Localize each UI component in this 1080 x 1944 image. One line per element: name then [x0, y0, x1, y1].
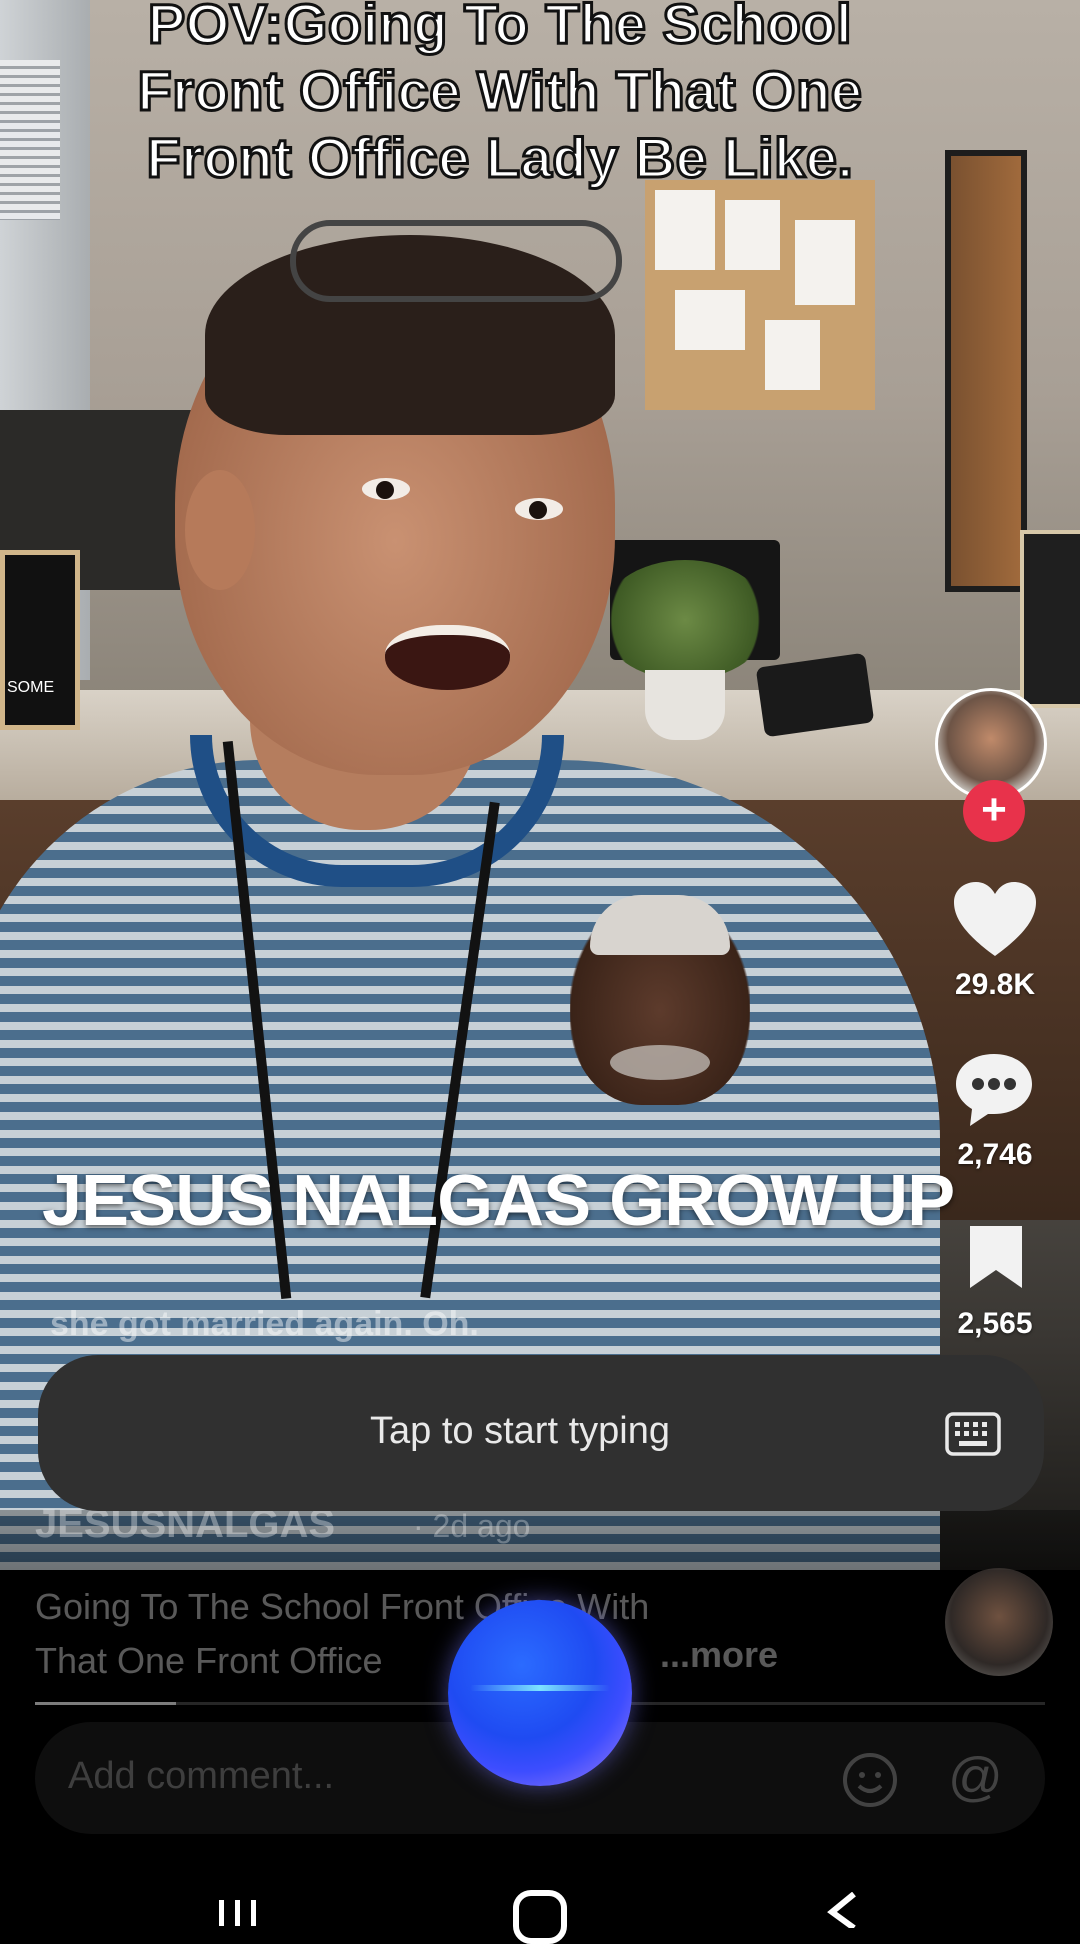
save-count: 2,565 [957, 1307, 1033, 1340]
bookmark-icon[interactable] [966, 1222, 1026, 1292]
letter-board-sign [1020, 530, 1080, 708]
glasses [290, 220, 622, 302]
person-eye-right [515, 498, 563, 520]
person-ear [185, 470, 255, 590]
office-door [945, 150, 1027, 592]
comment-bubble-icon[interactable] [952, 1050, 1036, 1130]
caption-line: Front Office With That One [136, 58, 863, 124]
video-subtitle: she got married again. Oh. [50, 1305, 479, 1343]
duet-face-sticker [570, 895, 750, 1105]
person-mouth [385, 625, 510, 690]
video-progress-fill [35, 1702, 177, 1705]
voice-assistant-orb[interactable] [448, 1600, 632, 1786]
emoji-icon[interactable] [840, 1750, 900, 1810]
person-eye-left [362, 478, 410, 500]
recents-icon[interactable] [213, 1896, 263, 1926]
comment-count: 2,746 [957, 1138, 1033, 1171]
post-time: · 2d ago [413, 1508, 531, 1544]
corkboard [645, 180, 875, 410]
video-player[interactable]: SOME POV:Going To The School Front Offic… [0, 0, 1080, 1570]
more-link[interactable]: ...more [660, 1634, 778, 1676]
left-letter-board: SOME [0, 550, 80, 730]
left-sign-text: SOME [7, 679, 55, 696]
home-icon[interactable] [513, 1890, 567, 1944]
like-count: 29.8K [954, 968, 1036, 1001]
voice-wave-icon [470, 1685, 610, 1691]
overlay-text: JESUS NALGAS GROW UP [42, 1161, 955, 1241]
follow-button[interactable]: + [963, 780, 1025, 842]
keyboard-icon[interactable] [945, 1412, 1001, 1456]
plant-pot [645, 670, 725, 740]
caption-line: Front Office Lady Be Like. [145, 125, 854, 191]
comment-placeholder: Add comment... [68, 1755, 335, 1797]
description-line: Going To The School Front Office With [35, 1586, 650, 1627]
top-caption: POV:Going To The School Front Office Wit… [0, 0, 1000, 191]
voice-input-prompt[interactable]: Tap to start typing [260, 1410, 780, 1453]
mention-icon[interactable]: @ [948, 1746, 1003, 1808]
caption-line: POV:Going To The School [146, 0, 853, 57]
sound-avatar[interactable] [945, 1568, 1053, 1676]
plant [600, 560, 770, 680]
heart-icon[interactable] [952, 880, 1038, 960]
back-icon[interactable] [822, 1892, 866, 1928]
